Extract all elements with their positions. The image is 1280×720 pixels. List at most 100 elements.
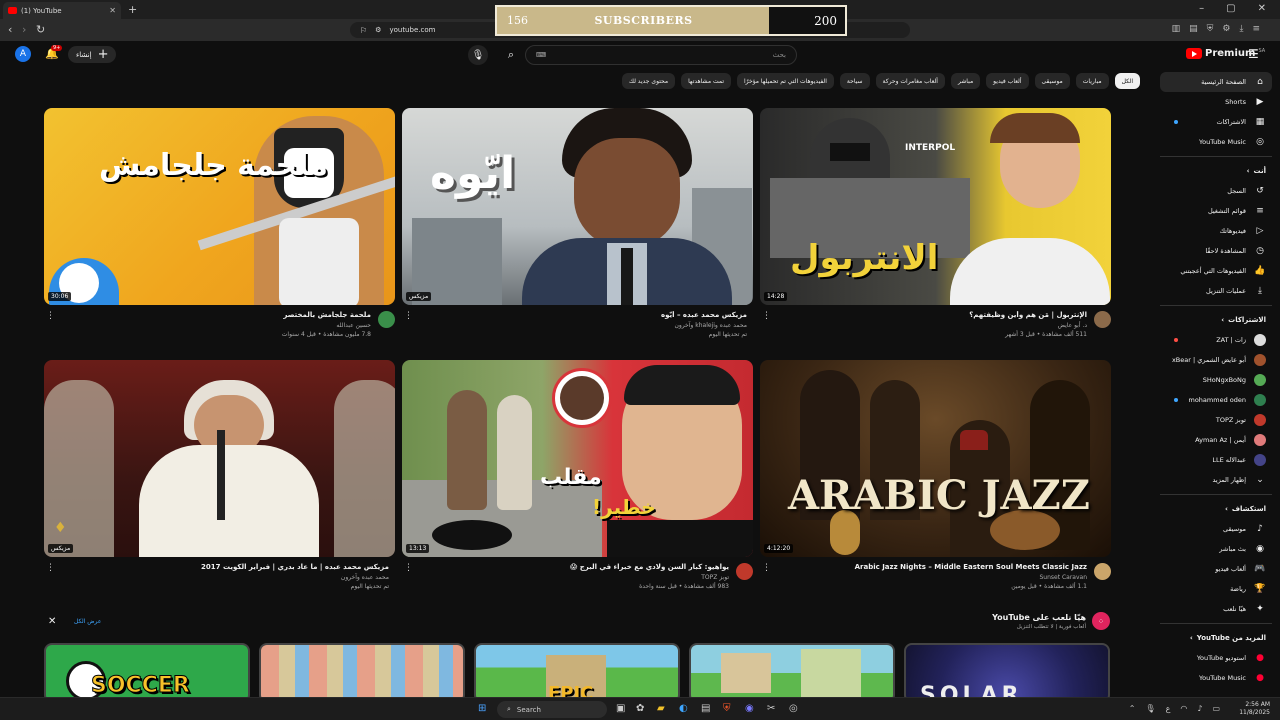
sidebar-item[interactable]: ▶ Shorts <box>1160 92 1272 112</box>
copilot-icon[interactable]: ✿ <box>636 703 644 714</box>
sidebar-item[interactable]: ≡ قوائم التشغيل <box>1160 201 1272 221</box>
tray-overflow-icon[interactable]: ⌃ <box>1129 704 1136 713</box>
filter-chip[interactable]: موسيقى <box>1034 73 1070 89</box>
voice-search-mic-icon[interactable]: 🎙 <box>468 45 488 65</box>
filter-chip[interactable]: محتوى جديد لك <box>622 73 676 89</box>
maximize-icon[interactable]: ▢ <box>1226 3 1235 14</box>
sidebar-item[interactable]: 🏆 رياضة <box>1160 579 1272 599</box>
menu-icon[interactable]: ≡ <box>1252 24 1260 34</box>
sidebar-section-header[interactable]: استكشاف › <box>1160 499 1272 519</box>
sidebar-item[interactable]: ◎ YouTube Music <box>1160 132 1272 152</box>
minimize-icon[interactable]: – <box>1199 3 1204 14</box>
site-info-icon[interactable]: ⚙ <box>375 26 381 34</box>
more-options-icon[interactable]: ⋮ <box>46 311 55 321</box>
browser-tab[interactable]: (1) YouTube ✕ <box>3 2 121 19</box>
filter-chip[interactable]: سياحة <box>839 73 870 89</box>
video-thumbnail[interactable]: ARABIC JAZZ 4:12:20 <box>760 360 1111 557</box>
video-card[interactable]: INTERPOL الانتربول 14:28 الإنتربول | مَن… <box>760 108 1111 345</box>
channel-avatar[interactable] <box>1094 563 1111 580</box>
channel-avatar[interactable] <box>736 563 753 580</box>
mic-tray-icon[interactable]: 🎙 <box>1145 704 1155 713</box>
sidebar-subscription[interactable]: عبدالاله LLE <box>1160 450 1272 470</box>
game-card[interactable]: SOLAR <box>904 643 1110 703</box>
windows-start-icon[interactable]: ⊞ <box>478 703 486 714</box>
video-thumbnail[interactable]: INTERPOL الانتربول 14:28 <box>760 108 1111 305</box>
video-thumbnail[interactable]: ايّوه مزيكس <box>402 108 753 305</box>
video-card[interactable]: ملحمة جلجامش 30:06 ملحمة جلجامش بالمختصر… <box>44 108 395 345</box>
task-view-icon[interactable]: ▣ <box>616 703 625 714</box>
discord-icon[interactable]: ◉ <box>745 703 754 714</box>
shield-icon[interactable]: ⛨ <box>1207 24 1214 34</box>
account-avatar[interactable]: A <box>15 46 31 62</box>
sidebar-subscription[interactable]: توبز TOPZ <box>1160 410 1272 430</box>
filter-chip[interactable]: مباريات <box>1075 73 1109 89</box>
sidebar-section-header[interactable]: أنت › <box>1160 161 1272 181</box>
new-tab-icon[interactable]: + <box>128 3 137 16</box>
sidebar-item[interactable]: ♪ موسيقى <box>1160 519 1272 539</box>
sidebar-subscription[interactable]: أيمن | Ayman Az <box>1160 430 1272 450</box>
sidebar-subscription[interactable]: أبو عايض الشمري | xBear <box>1160 350 1272 370</box>
channel-avatar[interactable] <box>378 311 395 328</box>
channel-name[interactable]: حسين عبدالله <box>336 322 371 329</box>
sidebar-item[interactable]: ⤓ عمليات التنزيل <box>1160 281 1272 301</box>
obs-icon[interactable]: ◎ <box>789 703 798 714</box>
extensions-icon[interactable]: ⚙ <box>1222 24 1230 34</box>
sidebar-icon[interactable]: ▥ <box>1172 24 1181 34</box>
capcut-icon[interactable]: ✂ <box>767 703 775 714</box>
video-thumbnail[interactable]: مقلب خطير! 13:13 <box>402 360 753 557</box>
video-card[interactable]: مقلب خطير! 13:13 يواهيو: كبار السن ولادي… <box>402 360 753 597</box>
sidebar-subscription[interactable]: زات | ZAT <box>1160 330 1272 350</box>
notifications-bell-icon[interactable]: 🔔 9+ <box>45 45 63 60</box>
battery-icon[interactable]: ▭ <box>1212 704 1220 713</box>
sidebar-item[interactable]: ⌂ الصفحة الرئيسية <box>1160 72 1272 92</box>
search-input[interactable]: بحث ⌨ <box>525 45 797 65</box>
game-card[interactable]: EPIC <box>474 643 680 703</box>
more-options-icon[interactable]: ⋮ <box>762 563 771 573</box>
taskbar-search[interactable]: ⌕ Search <box>497 701 607 718</box>
channel-name[interactable]: توبز TOPZ <box>701 574 729 581</box>
filter-chip[interactable]: ألعاب مغامرات وحركة <box>875 73 945 89</box>
video-title[interactable]: Arabic Jazz Nights – Middle Eastern Soul… <box>787 563 1087 571</box>
brave-icon[interactable]: ⛨ <box>723 703 731 714</box>
filter-chip[interactable]: الكل <box>1114 73 1140 89</box>
video-title[interactable]: يواهيو: كبار السن ولادي مع خبراء في البر… <box>429 563 729 571</box>
keyboard-icon[interactable]: ⌨ <box>536 51 546 59</box>
filter-chip[interactable]: ألعاب فيديو <box>986 73 1029 89</box>
video-card[interactable]: ARABIC JAZZ 4:12:20 Arabic Jazz Nights –… <box>760 360 1111 597</box>
sidebar-item[interactable]: ◷ المشاهدة لاحقًا <box>1160 241 1272 261</box>
filter-chip[interactable]: مباشر <box>950 73 981 89</box>
video-title[interactable]: مزيكس محمد عبده | ما عاد بدري | فبراير ا… <box>89 563 389 571</box>
forward-icon[interactable]: › <box>22 23 26 36</box>
sidebar-section-header[interactable]: الاشتراكات › <box>1160 310 1272 330</box>
channel-name[interactable]: Sunset Caravan <box>1039 574 1087 581</box>
sidebar-item[interactable]: 🎮 ألعاب فيديو <box>1160 559 1272 579</box>
guide-menu-icon[interactable]: ☰ <box>1248 47 1259 61</box>
window-close-icon[interactable]: ✕ <box>1258 3 1266 14</box>
tab-close-icon[interactable]: ✕ <box>109 6 116 15</box>
search-button[interactable]: ⌕ <box>499 45 523 65</box>
dismiss-shelf-icon[interactable]: ✕ <box>48 616 56 627</box>
game-card[interactable] <box>689 643 895 703</box>
download-manager-icon[interactable]: ⤓ <box>1239 24 1243 34</box>
reload-icon[interactable]: ↻ <box>36 23 45 36</box>
edge-icon[interactable]: ◐ <box>679 703 688 714</box>
store-icon[interactable]: ▤ <box>701 703 710 714</box>
show-all-link[interactable]: عرض الكل <box>74 618 101 625</box>
video-thumbnail[interactable]: ملحمة جلجامش 30:06 <box>44 108 395 305</box>
video-title[interactable]: ملحمة جلجامش بالمختصر <box>71 311 371 319</box>
channel-name[interactable]: محمد عبده وkhaleji وآخرون <box>674 322 747 329</box>
file-explorer-icon[interactable]: ▰ <box>657 703 665 714</box>
create-button[interactable]: إنشاء + <box>68 46 117 63</box>
sidebar-item[interactable]: ● YouTube Music <box>1160 668 1272 688</box>
back-icon[interactable]: ‹ <box>8 23 12 36</box>
more-options-icon[interactable]: ⋮ <box>762 311 771 321</box>
sidebar-item[interactable]: ✦ هيّا نلعب <box>1160 599 1272 619</box>
sidebar-item[interactable]: ↺ السجل <box>1160 181 1272 201</box>
volume-icon[interactable]: ♪ <box>1197 704 1202 713</box>
sidebar-subscription[interactable]: ⌄ إظهار المزيد <box>1160 470 1272 490</box>
game-card[interactable]: SOCCER <box>44 643 250 703</box>
channel-name[interactable]: محمد عبده وآخرون <box>341 574 389 581</box>
channel-name[interactable]: د. أبو عايض <box>1058 322 1087 329</box>
sidebar-subscription[interactable]: mohammed oden <box>1160 390 1272 410</box>
filter-chip[interactable]: الفيديوهات التي تم تحميلها مؤخرًا <box>737 73 834 89</box>
